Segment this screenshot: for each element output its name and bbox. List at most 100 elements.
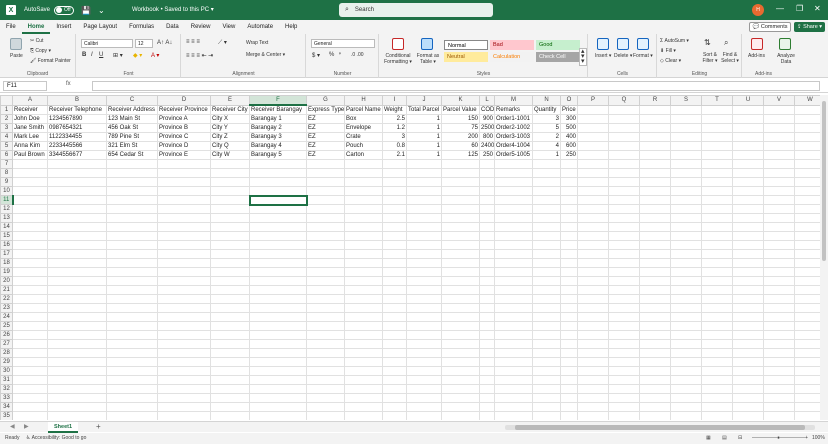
cell[interactable] — [701, 104, 733, 115]
cell[interactable] — [344, 285, 383, 295]
cell[interactable] — [701, 240, 733, 250]
cell[interactable] — [210, 276, 250, 286]
column-header-v[interactable]: V — [763, 95, 795, 106]
cell[interactable] — [794, 168, 820, 178]
sheet-tab[interactable]: Sheet1 — [48, 422, 79, 433]
cell[interactable] — [344, 411, 383, 420]
cell[interactable] — [532, 186, 561, 196]
cell[interactable] — [441, 384, 480, 394]
minimize-button[interactable]: — — [776, 4, 784, 13]
cell[interactable] — [344, 402, 383, 412]
cell[interactable] — [344, 393, 383, 403]
cell[interactable] — [479, 375, 495, 385]
cell[interactable] — [479, 258, 495, 268]
cell[interactable] — [639, 249, 671, 259]
cell[interactable] — [670, 258, 702, 268]
cell[interactable] — [639, 177, 671, 187]
cell[interactable] — [560, 222, 578, 232]
cell[interactable] — [479, 366, 495, 376]
cell[interactable] — [47, 168, 107, 178]
cell[interactable]: Parcel Name — [344, 104, 383, 115]
cell[interactable] — [560, 159, 578, 169]
row-header[interactable]: 24 — [0, 312, 13, 322]
cell[interactable] — [670, 321, 702, 331]
cell[interactable] — [794, 150, 820, 160]
cell[interactable] — [382, 339, 407, 349]
cell[interactable]: 1 — [406, 141, 442, 151]
cell[interactable] — [732, 132, 764, 142]
cell[interactable] — [732, 123, 764, 133]
cell[interactable]: 2.5 — [382, 114, 407, 124]
cell[interactable] — [479, 321, 495, 331]
cell[interactable] — [210, 321, 250, 331]
cell[interactable] — [701, 114, 733, 124]
wrap-text-button[interactable]: Wrap Text — [246, 40, 268, 46]
cell[interactable] — [494, 402, 533, 412]
number-format-select[interactable]: General — [311, 39, 375, 48]
cell[interactable]: Paul Brown — [12, 150, 48, 160]
cell[interactable]: 1122334455 — [47, 132, 107, 142]
cell[interactable] — [577, 204, 609, 214]
tab-insert[interactable]: Insert — [50, 20, 77, 34]
cell[interactable] — [106, 384, 158, 394]
cell[interactable] — [210, 303, 250, 313]
cell[interactable] — [577, 168, 609, 178]
increase-font-icon[interactable]: A↑ A↓ — [157, 40, 172, 46]
cell[interactable] — [157, 168, 211, 178]
cell[interactable] — [106, 366, 158, 376]
cell[interactable] — [794, 240, 820, 250]
cell[interactable] — [494, 357, 533, 367]
cell[interactable] — [382, 384, 407, 394]
customize-toolbar-icon[interactable]: ⌄ — [98, 6, 105, 15]
cell[interactable] — [382, 285, 407, 295]
cell[interactable] — [210, 402, 250, 412]
cell[interactable] — [732, 267, 764, 277]
cell[interactable] — [639, 321, 671, 331]
row-header[interactable]: 14 — [0, 222, 13, 232]
cell[interactable] — [441, 285, 480, 295]
cell[interactable] — [763, 294, 795, 304]
cell[interactable] — [106, 204, 158, 214]
merge-center-button[interactable]: Merge & Center ▾ — [246, 52, 285, 58]
cell[interactable] — [701, 195, 733, 205]
cell[interactable] — [701, 159, 733, 169]
cell[interactable] — [670, 411, 702, 420]
zoom-slider[interactable]: —————●—————+ — [752, 435, 808, 441]
cell[interactable] — [763, 384, 795, 394]
cell[interactable] — [794, 132, 820, 142]
cell[interactable] — [670, 159, 702, 169]
cell[interactable] — [639, 114, 671, 124]
cell-style-check-cell[interactable]: Check Cell — [536, 52, 580, 62]
cell[interactable]: Receiver Address — [106, 104, 158, 115]
cell[interactable] — [47, 330, 107, 340]
cell[interactable] — [639, 312, 671, 322]
cell[interactable] — [344, 177, 383, 187]
column-header-u[interactable]: U — [732, 95, 764, 106]
cell[interactable] — [577, 303, 609, 313]
column-header-h[interactable]: H — [344, 95, 383, 106]
cell[interactable] — [608, 375, 640, 385]
cell[interactable] — [701, 348, 733, 358]
cell[interactable] — [344, 231, 383, 241]
cell[interactable]: Receiver — [12, 104, 48, 115]
cell[interactable]: Receiver Province — [157, 104, 211, 115]
column-header-i[interactable]: I — [382, 95, 407, 106]
cell[interactable] — [344, 348, 383, 358]
cell[interactable] — [532, 240, 561, 250]
cell[interactable] — [406, 375, 442, 385]
cell[interactable] — [560, 276, 578, 286]
cell[interactable] — [441, 402, 480, 412]
cell[interactable] — [382, 249, 407, 259]
cell[interactable] — [249, 258, 307, 268]
column-header-c[interactable]: C — [106, 95, 158, 106]
tab-page-layout[interactable]: Page Layout — [77, 20, 123, 34]
cell[interactable] — [494, 276, 533, 286]
cell[interactable] — [406, 330, 442, 340]
cell[interactable] — [249, 168, 307, 178]
cell[interactable] — [608, 168, 640, 178]
cell[interactable] — [157, 267, 211, 277]
cell[interactable] — [382, 348, 407, 358]
cell[interactable] — [608, 186, 640, 196]
cell[interactable] — [608, 402, 640, 412]
find-select-icon[interactable]: ⌕ — [724, 38, 728, 48]
